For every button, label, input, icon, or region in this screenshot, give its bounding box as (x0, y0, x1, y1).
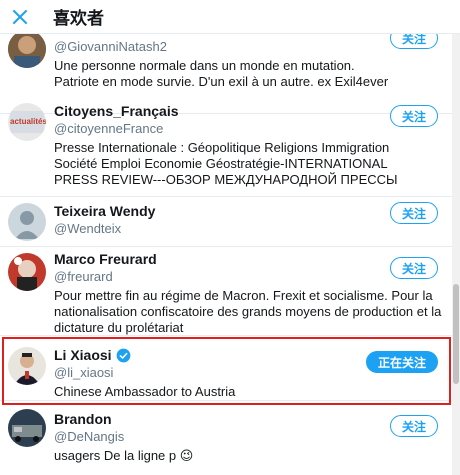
user-name[interactable]: Citoyens_Français (54, 103, 179, 120)
user-bio: Presse Internationale : Géopolitique Rel… (54, 140, 398, 187)
close-button[interactable] (0, 0, 40, 34)
user-name[interactable]: Teixeira Wendy (54, 203, 155, 220)
follow-button[interactable]: 关注 (390, 105, 438, 127)
follow-button[interactable]: 关注 (390, 202, 438, 224)
avatar[interactable]: actualités (8, 103, 46, 141)
list-item[interactable]: Marco Freurard @freurard Pour mettre fin… (0, 247, 452, 336)
list-item[interactable]: Li Xiaosi @li_xiaosi Chinese Ambassador … (0, 339, 452, 401)
avatar[interactable] (8, 203, 46, 241)
following-button[interactable]: 正在关注 (366, 351, 438, 373)
page-title: 喜欢者 (53, 9, 104, 28)
dialog-header: 喜欢者 (0, 0, 460, 34)
likers-list: @GiovanniNatash2 Une personne normale da… (0, 22, 460, 475)
close-icon[interactable] (12, 9, 28, 25)
scrollbar-thumb[interactable] (453, 284, 459, 384)
user-bio: Pour mettre fin au régime de Macron. Fre… (54, 288, 442, 335)
avatar[interactable] (8, 253, 46, 291)
list-item[interactable]: Teixeira Wendy @Wendteix 关注 (0, 197, 452, 247)
verified-badge-icon (116, 348, 130, 363)
scrollbar[interactable] (452, 34, 460, 475)
user-name[interactable]: Brandon (54, 411, 112, 428)
follow-button[interactable]: 关注 (390, 415, 438, 437)
list-item[interactable]: actualités Citoyens_Français @citoyenneF… (0, 95, 452, 197)
user-bio: usagers De la ligne p 😉 (54, 448, 194, 463)
user-name[interactable]: Li Xiaosi (54, 347, 112, 364)
follow-button[interactable]: 关注 (390, 257, 438, 279)
avatar[interactable] (8, 409, 46, 447)
avatar[interactable] (8, 30, 46, 68)
user-bio: Chinese Ambassador to Austria (54, 384, 236, 399)
user-handle[interactable]: @Wendteix (54, 220, 452, 237)
user-name[interactable]: Marco Freurard (54, 251, 157, 268)
avatar-text: actualités (10, 117, 46, 126)
list-item[interactable]: Brandon @DeNangis usagers De la ligne p … (0, 401, 452, 475)
user-bio: Une personne normale dans un monde en mu… (54, 58, 389, 89)
avatar[interactable] (8, 347, 46, 385)
